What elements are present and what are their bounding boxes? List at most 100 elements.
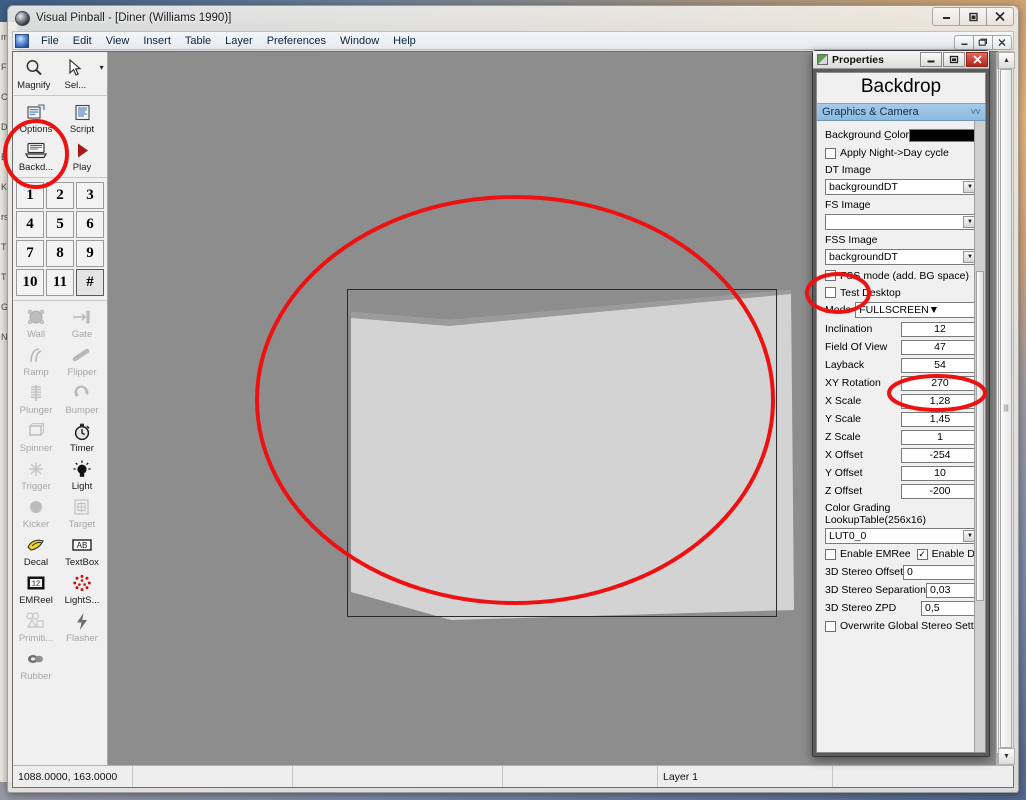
properties-vertical-thumb[interactable] <box>976 271 984 601</box>
system-menu-icon[interactable] <box>15 33 29 48</box>
fs-image-combo[interactable]: ▼ <box>825 214 979 230</box>
tool-options[interactable]: Options <box>13 98 59 136</box>
menu-help[interactable]: Help <box>386 34 423 48</box>
layer-button-2[interactable]: 2 <box>46 182 74 209</box>
element-decal[interactable]: Decal <box>13 531 59 569</box>
layer-button-6[interactable]: 6 <box>76 211 104 238</box>
element-wall[interactable]: Wall <box>13 303 59 341</box>
element-primitive[interactable]: Primiti... <box>13 607 59 645</box>
z-offset-input[interactable]: -200 <box>901 483 979 499</box>
properties-vertical-scrollbar[interactable] <box>974 121 985 752</box>
element-spinner-label: Spinner <box>19 443 53 454</box>
field-apply-night-day[interactable]: Apply Night->Day cycle <box>825 145 979 161</box>
layer-button-all[interactable]: # <box>76 269 104 296</box>
chevron-down-icon[interactable]: ˅˅ <box>970 107 981 118</box>
element-timer[interactable]: Timer <box>59 417 105 455</box>
layer-button-9[interactable]: 9 <box>76 240 104 267</box>
element-light-sequencer[interactable]: LightS... <box>59 569 105 607</box>
window-scroll-up-arrow[interactable]: ▲ <box>998 52 1015 69</box>
menu-file[interactable]: File <box>34 34 66 48</box>
element-trigger[interactable]: Trigger <box>13 455 59 493</box>
field-fss-mode[interactable]: FSS mode (add. BG space) <box>825 268 979 283</box>
lut-combo[interactable]: LUT0_0 ▼ <box>825 528 979 544</box>
menu-view[interactable]: View <box>99 34 137 48</box>
layer-button-11[interactable]: 11 <box>46 269 74 296</box>
element-spinner[interactable]: Spinner <box>13 417 59 455</box>
menu-preferences[interactable]: Preferences <box>260 34 333 48</box>
close-button[interactable] <box>986 7 1014 26</box>
element-bumper[interactable]: Bumper <box>59 379 105 417</box>
z-scale-input[interactable]: 1 <box>901 429 979 445</box>
layer-button-3[interactable]: 3 <box>76 182 104 209</box>
menu-table[interactable]: Table <box>178 34 218 48</box>
background-color-swatch[interactable] <box>909 128 979 142</box>
stereo-offset-input[interactable]: 0 <box>903 564 979 580</box>
tool-play[interactable]: Play <box>59 136 105 174</box>
section-graphics-camera[interactable]: Graphics & Camera ˅˅ <box>817 103 985 121</box>
overwrite-global-stereo-checkbox[interactable] <box>825 620 836 632</box>
trigger-icon <box>26 458 46 480</box>
tool-magnify[interactable]: Magnify <box>13 54 55 92</box>
window-scroll-down-arrow[interactable]: ▼ <box>998 748 1015 765</box>
element-light[interactable]: Light <box>59 455 105 493</box>
layer-button-8[interactable]: 8 <box>46 240 74 267</box>
dt-image-combo[interactable]: backgroundDT ▼ <box>825 179 979 195</box>
layer-button-1[interactable]: 1 <box>16 182 44 209</box>
maximize-button[interactable] <box>959 7 987 26</box>
properties-close-button[interactable] <box>966 52 988 67</box>
fss-image-combo[interactable]: backgroundDT ▼ <box>825 249 979 265</box>
toolbox-overflow-caret[interactable]: ▾ <box>96 54 107 92</box>
element-emreel[interactable]: 12 EMReel <box>13 569 59 607</box>
y-scale-input[interactable]: 1,45 <box>901 411 979 427</box>
layer-button-10[interactable]: 10 <box>16 269 44 296</box>
stereo-separation-input[interactable]: 0,03 <box>925 582 979 598</box>
element-plunger[interactable]: Plunger <box>13 379 59 417</box>
element-ramp[interactable]: Ramp <box>13 341 59 379</box>
mode-combo[interactable]: FULLSCREEN ▼ <box>855 302 979 318</box>
element-gate[interactable]: Gate <box>59 303 105 341</box>
test-desktop-checkbox[interactable] <box>825 287 836 298</box>
tool-select[interactable]: Sel... <box>55 54 97 92</box>
xy-rotation-input[interactable]: 270 <box>901 375 979 391</box>
element-trigger-label: Trigger <box>21 481 51 492</box>
inclination-input[interactable]: 12 <box>901 321 979 337</box>
layback-input[interactable]: 54 <box>901 357 979 373</box>
mdi-close-button[interactable] <box>992 35 1012 50</box>
y-offset-input[interactable]: 10 <box>901 465 979 481</box>
element-kicker[interactable]: Kicker <box>13 493 59 531</box>
x-scale-input[interactable]: 1,28 <box>901 393 979 409</box>
element-textbox[interactable]: AB TextBox <box>59 531 105 569</box>
layer-button-7[interactable]: 7 <box>16 240 44 267</box>
minimize-button[interactable] <box>932 7 960 26</box>
tool-script[interactable]: Script <box>59 98 105 136</box>
mdi-minimize-button[interactable] <box>954 35 974 50</box>
menu-edit[interactable]: Edit <box>66 34 99 48</box>
apply-night-day-checkbox[interactable] <box>825 147 836 159</box>
fss-mode-checkbox[interactable] <box>825 270 836 281</box>
x-offset-input[interactable]: -254 <box>901 447 979 463</box>
layer-button-5[interactable]: 5 <box>46 211 74 238</box>
tool-backdrop[interactable]: Backd... <box>13 136 59 174</box>
window-vertical-thumb[interactable]: ||| <box>1000 69 1012 748</box>
element-flasher[interactable]: Flasher <box>59 607 105 645</box>
element-flipper[interactable]: Flipper <box>59 341 105 379</box>
enable-decal-checkbox[interactable]: ✓ <box>916 548 928 560</box>
element-rubber[interactable]: Rubber <box>13 645 59 683</box>
window-vertical-scrollbar[interactable]: ▲ ||| ▼ <box>998 51 1015 766</box>
menu-layer[interactable]: Layer <box>218 34 260 48</box>
menu-insert[interactable]: Insert <box>136 34 178 48</box>
stereo-zpd-input[interactable]: 0,5 <box>921 600 979 616</box>
lut-label: Color Grading LookupTable(256x16) <box>825 502 926 526</box>
field-overwrite-global-stereo[interactable]: Overwrite Global Stereo Settings <box>825 618 985 634</box>
chevron-down-icon[interactable]: ▼ <box>929 304 939 316</box>
field-test-desktop[interactable]: Test Desktop <box>825 285 979 300</box>
menu-window[interactable]: Window <box>333 34 386 48</box>
layer-button-4[interactable]: 4 <box>16 211 44 238</box>
element-target[interactable]: Target <box>59 493 105 531</box>
fss-image-label: FSS Image <box>825 234 878 246</box>
properties-maximize-button[interactable] <box>943 52 965 67</box>
enable-emreel-checkbox[interactable] <box>825 548 836 560</box>
field-of-view-input[interactable]: 47 <box>901 339 979 355</box>
properties-minimize-button[interactable] <box>920 52 942 67</box>
mdi-restore-button[interactable] <box>973 35 993 50</box>
